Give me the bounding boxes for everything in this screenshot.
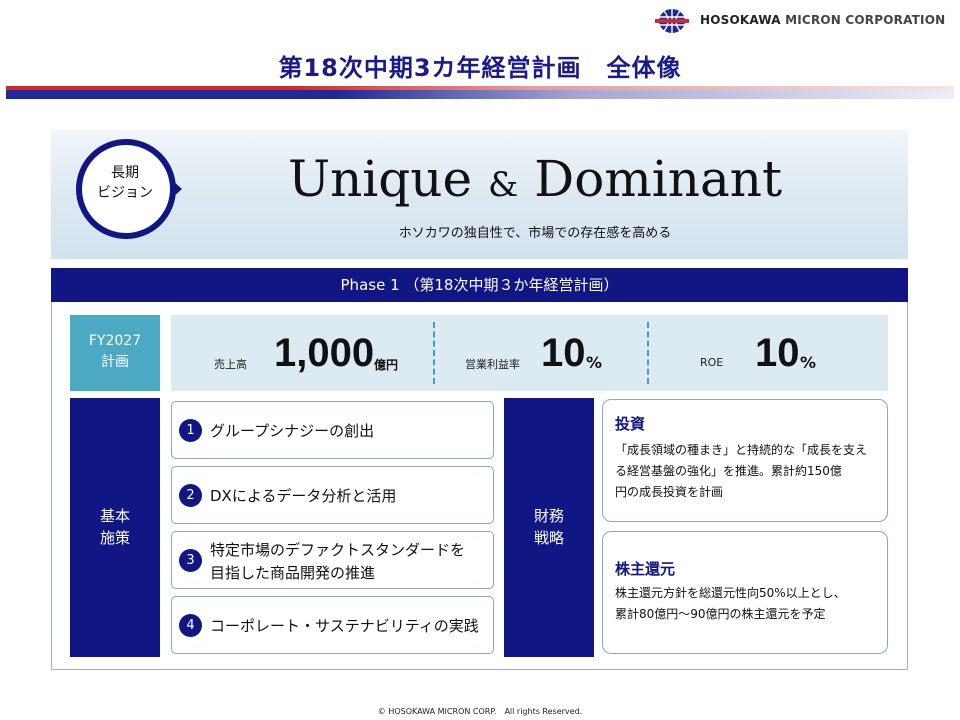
phase-header: Phase 1 （第18次中期３か年経営計画） [51, 268, 908, 302]
policy-number-badge: 4 [179, 614, 202, 637]
finance-strategy-label-line1: 財務 [533, 507, 564, 525]
vision-badge-label: 長期 ビジョン [75, 163, 175, 203]
kpi-roe-unit: % [800, 353, 817, 372]
kpi-divider [433, 322, 435, 384]
policy-item-2: 2 DXによるデータ分析と活用 [171, 466, 494, 524]
vision-badge-line2: ビジョン [97, 185, 153, 201]
policy-number-badge: 1 [179, 419, 202, 442]
policy-item-4: 4 コーポレート・サステナビリティの実践 [171, 596, 494, 654]
vision-ampersand: & [487, 165, 519, 205]
kpi-roe-value: 10 [755, 331, 800, 375]
page-title: 第18次中期3カ年経営計画 全体像 [278, 54, 682, 82]
shareholder-return-line: 株主還元方針を総還元性向50%以上とし、 [615, 586, 846, 600]
kpi-divider [647, 322, 649, 384]
vision-headline: Unique & Dominant [190, 150, 880, 208]
basic-policy-label: 基本 施策 [70, 398, 160, 657]
fy-plan-label-text: 計画 [101, 354, 129, 370]
finance-strategy-label: 財務 戦略 [504, 398, 594, 657]
policy-number-badge: 2 [179, 484, 202, 507]
vision-word-unique: Unique [287, 150, 473, 208]
finance-strategy-label-line2: 戦略 [533, 529, 564, 547]
vision-subtitle: ホソカワの独自性で、市場での存在感を高める [398, 226, 672, 241]
vision-word-dominant: Dominant [534, 150, 783, 208]
investment-line: 「成長領域の種まき」と持続的な「成長を支え [615, 443, 868, 457]
title-underline [6, 86, 954, 99]
basic-policy-label-line1: 基本 [99, 507, 130, 525]
kpi-sales-value: 1,000 [274, 331, 375, 375]
fy-plan-label: FY2027 計画 [70, 315, 160, 391]
copyright: © HOSOKAWA MICRON CORP. All rights Reser… [377, 707, 583, 716]
kpi-sales-unit: 億円 [374, 358, 399, 372]
company-name-bold: HOSOKAWA [700, 13, 781, 27]
kpi-margin-unit: % [586, 353, 603, 372]
policy-text: DXによるデータ分析と活用 [210, 487, 397, 505]
kpi-margin-label: 営業利益率 [465, 358, 520, 371]
shareholder-return-line: 累計80億円～90億円の株主還元を予定 [615, 607, 826, 621]
investment-card: 投資 「成長領域の種まき」と持続的な「成長を支え る経営基盤の強化」を推進。累計… [602, 399, 888, 522]
policy-text: コーポレート・サステナビリティの実践 [210, 617, 479, 635]
fy-plan-label-year: FY2027 [88, 333, 142, 349]
investment-line: 円の成長投資を計画 [615, 485, 724, 499]
policy-number-badge: 3 [179, 549, 202, 572]
investment-body: 「成長領域の種まき」と持続的な「成長を支え る経営基盤の強化」を推進。累計約15… [615, 440, 883, 503]
kpi-margin-value: 10 [541, 331, 586, 375]
shareholder-return-card: 株主還元 株主還元方針を総還元性向50%以上とし、 累計80億円～90億円の株主… [602, 531, 888, 654]
policy-text-line1: 特定市場のデファクトスタンダードを [210, 541, 466, 559]
policy-text-line2: 目指した商品開発の推進 [210, 564, 376, 582]
investment-title: 投資 [615, 415, 646, 433]
company-name: HOSOKAWA MICRON CORPORATION [700, 13, 945, 27]
globe-logo-icon [655, 9, 689, 33]
investment-line: る経営基盤の強化」を推進。累計約150億 [615, 464, 842, 478]
company-name-rest: MICRON CORPORATION [785, 13, 946, 27]
policy-text: グループシナジーの創出 [210, 422, 375, 440]
policy-item-3: 3 特定市場のデファクトスタンダードを 目指した商品開発の推進 [171, 531, 494, 589]
basic-policy-label-line2: 施策 [99, 529, 130, 547]
vision-badge-line1: 長期 [111, 165, 139, 181]
policy-item-1: 1 グループシナジーの創出 [171, 401, 494, 459]
shareholder-return-title: 株主還元 [615, 560, 676, 578]
shareholder-return-body: 株主還元方針を総還元性向50%以上とし、 累計80億円～90億円の株主還元を予定 [615, 583, 883, 625]
kpi-sales-label: 売上高 [214, 358, 247, 371]
kpi-roe-label: ROE [700, 356, 724, 369]
